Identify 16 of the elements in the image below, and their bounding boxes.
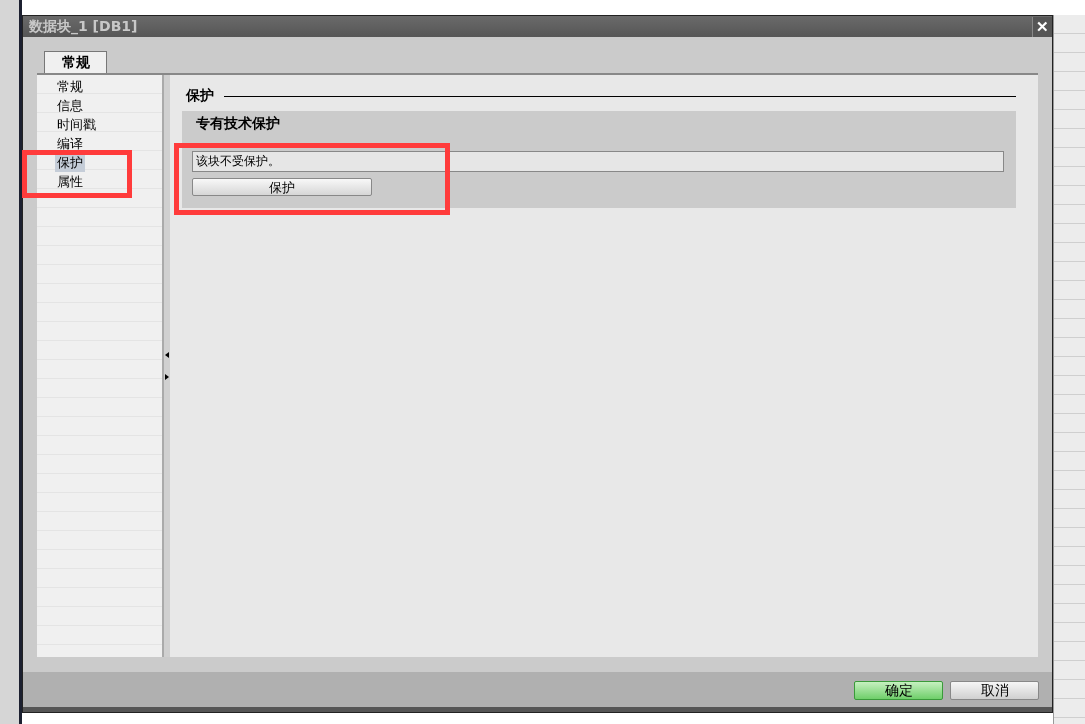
- section-title: 专有技术保护: [196, 115, 281, 133]
- nav-item[interactable]: 属性: [55, 172, 85, 191]
- section-heading: 保护: [186, 87, 214, 105]
- window-title: 数据块_1 [DB1]: [29, 17, 138, 36]
- ok-button[interactable]: 确定: [854, 681, 943, 700]
- nav-item[interactable]: 常规: [55, 77, 85, 96]
- protect-button[interactable]: 保护: [192, 178, 372, 196]
- right-arrow-icon: [165, 374, 169, 380]
- nav-item[interactable]: 信息: [55, 96, 85, 115]
- cancel-button[interactable]: 取消: [950, 681, 1039, 700]
- left-arrow-icon: [165, 352, 169, 358]
- status-field: 该块不受保护。: [192, 151, 1004, 172]
- nav-item[interactable]: 时间戳: [55, 115, 98, 134]
- close-button[interactable]: ✕: [1032, 16, 1052, 37]
- tab[interactable]: 常规: [44, 51, 107, 73]
- nav-item[interactable]: 编译: [55, 134, 85, 153]
